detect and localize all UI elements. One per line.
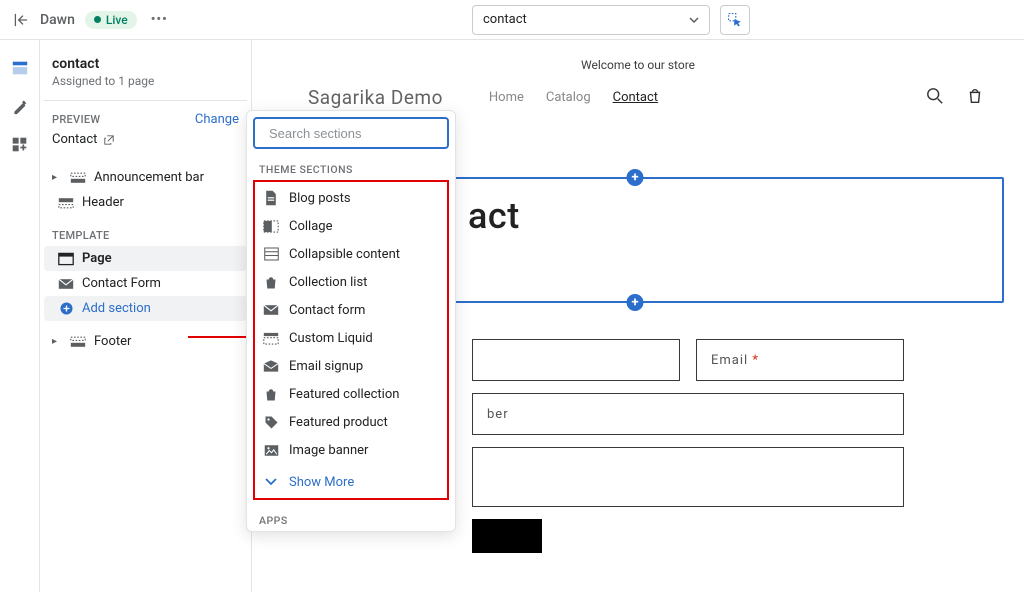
envelope-icon: [58, 277, 74, 291]
status-badge: Live: [85, 11, 137, 29]
section-option-collection-list[interactable]: Collection list: [255, 268, 447, 296]
status-label: Live: [106, 13, 128, 27]
tree-page[interactable]: Page: [44, 246, 247, 271]
name-input[interactable]: [472, 339, 680, 381]
document-icon: [263, 190, 279, 206]
header-icons: [926, 87, 984, 109]
image-icon: [263, 442, 279, 458]
theme-sections-list: Blog posts Collage Collapsible content C…: [253, 180, 449, 500]
sidebar-subtitle: Assigned to 1 page: [44, 72, 247, 101]
page-icon: [58, 252, 74, 266]
caret-down-icon: [689, 17, 699, 23]
rail-theme-settings-icon[interactable]: [10, 96, 30, 116]
chevron-down-icon: [263, 474, 279, 490]
plus-circle-icon: [58, 302, 74, 316]
section-option-featured-product[interactable]: Featured product: [255, 408, 447, 436]
chevron-right-icon: ▸: [52, 336, 62, 347]
tree-label: Contact Form: [82, 276, 161, 291]
theme-name: Dawn: [40, 12, 75, 28]
chevron-right-icon: ▸: [52, 172, 62, 183]
page-selector[interactable]: contact: [472, 5, 710, 35]
store-brand: Sagarika Demo: [308, 86, 443, 109]
nav-catalog[interactable]: Catalog: [546, 90, 591, 105]
layout-icon: [263, 330, 279, 346]
section-option-contact-form[interactable]: Contact form: [255, 296, 447, 324]
status-dot-icon: [94, 16, 101, 23]
email-input[interactable]: Email *: [696, 339, 904, 381]
rows-icon: [263, 246, 279, 262]
bag-icon: [263, 386, 279, 402]
bag-icon: [263, 274, 279, 290]
icon-rail: [0, 40, 40, 592]
search-icon[interactable]: [926, 87, 944, 109]
footer-icon: [70, 335, 86, 349]
preview-label: PREVIEW: [44, 109, 108, 130]
preview-page-value[interactable]: Contact: [44, 130, 247, 161]
send-button[interactable]: [472, 519, 542, 553]
main-area: contact Assigned to 1 page PREVIEW Chang…: [0, 40, 1024, 592]
nav-contact[interactable]: Contact: [613, 90, 658, 105]
section-option-email-signup[interactable]: Email signup: [255, 352, 447, 380]
nav-home[interactable]: Home: [489, 90, 524, 105]
required-marker: *: [752, 353, 759, 368]
show-more-button[interactable]: Show More: [255, 464, 447, 496]
search-sections-input[interactable]: [269, 126, 445, 141]
store-nav: Sagarika Demo Home Catalog Contact: [308, 86, 658, 109]
mail-open-icon: [263, 358, 279, 374]
sidebar-title: contact: [44, 56, 247, 72]
search-sections-field[interactable]: [253, 117, 449, 149]
header-icon: [58, 196, 74, 210]
section-option-collapsible[interactable]: Collapsible content: [255, 240, 447, 268]
top-bar: Dawn Live ••• contact: [0, 0, 1024, 40]
section-option-custom-liquid[interactable]: Custom Liquid: [255, 324, 447, 352]
apps-label: APPS: [247, 506, 455, 531]
tag-icon: [263, 414, 279, 430]
page-selector-value: contact: [483, 12, 527, 27]
collage-icon: [263, 218, 279, 234]
section-option-featured-collection[interactable]: Featured collection: [255, 380, 447, 408]
add-before-button[interactable]: +: [627, 169, 644, 186]
section-option-blog-posts[interactable]: Blog posts: [255, 184, 447, 212]
tree-label: Announcement bar: [94, 170, 204, 185]
inspector-button[interactable]: [720, 5, 750, 35]
envelope-icon: [263, 302, 279, 318]
tree-contact-form[interactable]: Contact Form: [44, 271, 247, 296]
cart-icon[interactable]: [966, 87, 984, 109]
template-label: TEMPLATE: [44, 225, 247, 246]
tree-label: Page: [82, 251, 112, 266]
tree-label: Add section: [82, 301, 151, 316]
comment-textarea[interactable]: [472, 447, 904, 507]
tree-label: Footer: [94, 334, 131, 349]
more-menu-button[interactable]: •••: [147, 12, 172, 27]
change-preview-link[interactable]: Change: [195, 112, 239, 127]
tree-label: Header: [82, 195, 124, 210]
announcement-text: Welcome to our store: [272, 56, 1004, 82]
theme-sections-label: THEME SECTIONS: [247, 155, 455, 180]
tree-header[interactable]: Header: [44, 190, 247, 215]
tree-footer[interactable]: ▸ Footer: [44, 329, 247, 354]
sidebar: contact Assigned to 1 page PREVIEW Chang…: [40, 40, 252, 592]
add-section-dropdown: THEME SECTIONS Blog posts Collage Collap…: [246, 110, 456, 532]
tree-announcement-bar[interactable]: ▸ Announcement bar: [44, 165, 247, 190]
section-option-collage[interactable]: Collage: [255, 212, 447, 240]
section-option-image-banner[interactable]: Image banner: [255, 436, 447, 464]
section-icon: [70, 171, 86, 185]
topbar-left: Dawn Live •••: [12, 11, 472, 29]
exit-icon[interactable]: [12, 11, 30, 29]
phone-input[interactable]: ber: [472, 393, 904, 435]
rail-sections-icon[interactable]: [10, 58, 30, 78]
add-section-button[interactable]: Add section: [44, 296, 247, 321]
external-link-icon: [103, 134, 115, 146]
rail-apps-icon[interactable]: [10, 134, 30, 154]
